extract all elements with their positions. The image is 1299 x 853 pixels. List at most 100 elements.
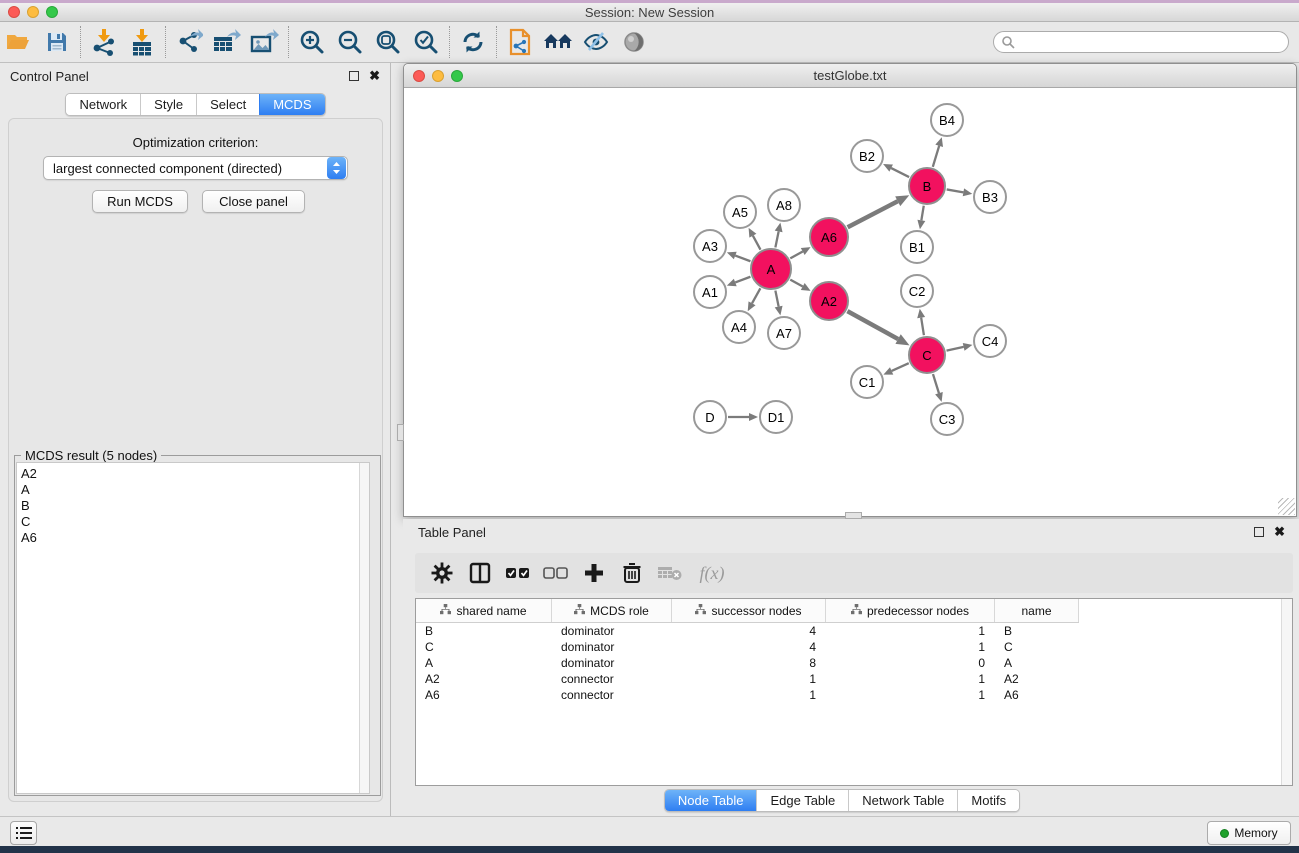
zoom-check-icon[interactable] xyxy=(407,25,445,59)
tab-mcds[interactable]: MCDS xyxy=(259,94,324,115)
tab-style[interactable]: Style xyxy=(140,94,196,115)
network-export-icon[interactable] xyxy=(170,25,208,59)
network-node-c1[interactable]: C1 xyxy=(850,365,884,399)
network-node-c2[interactable]: C2 xyxy=(900,274,934,308)
network-edge[interactable] xyxy=(847,311,898,339)
panel-menu-button[interactable] xyxy=(10,821,37,845)
table-tab-motifs[interactable]: Motifs xyxy=(957,790,1019,811)
network-download-icon[interactable] xyxy=(85,25,123,59)
network-node-a4[interactable]: A4 xyxy=(722,310,756,344)
table-scrollbar[interactable] xyxy=(1281,599,1292,785)
network-edge[interactable] xyxy=(775,231,778,247)
houses-icon[interactable] xyxy=(539,25,577,59)
search-input[interactable] xyxy=(993,31,1289,53)
zoom-out-icon[interactable] xyxy=(331,25,369,59)
network-edge[interactable] xyxy=(892,363,909,371)
checkbox-unchecked-pair-icon[interactable] xyxy=(537,556,575,590)
gear-icon[interactable] xyxy=(423,556,461,590)
node-table[interactable]: shared nameMCDS rolesuccessor nodesprede… xyxy=(415,598,1293,786)
network-node-a[interactable]: A xyxy=(750,248,792,290)
network-node-c3[interactable]: C3 xyxy=(930,402,964,436)
close-panel-icon[interactable]: ✖ xyxy=(369,71,380,81)
mcds-result-item[interactable]: B xyxy=(21,498,369,514)
zoom-in-icon[interactable] xyxy=(293,25,331,59)
vertical-splitter-handle[interactable] xyxy=(397,424,404,441)
tab-network[interactable]: Network xyxy=(66,94,140,115)
window-resize-grip[interactable] xyxy=(1278,498,1295,515)
network-edge[interactable] xyxy=(775,291,778,307)
network-node-c4[interactable]: C4 xyxy=(973,324,1007,358)
criterion-dropdown[interactable]: largest connected component (directed) xyxy=(43,156,348,180)
network-window-titlebar[interactable]: testGlobe.txt xyxy=(404,64,1296,88)
column-header-name[interactable]: name xyxy=(995,599,1079,622)
table-row[interactable]: A6connector11A6 xyxy=(416,687,1079,703)
network-node-b2[interactable]: B2 xyxy=(850,139,884,173)
network-node-d1[interactable]: D1 xyxy=(759,400,793,434)
network-edge[interactable] xyxy=(735,277,750,283)
mcds-result-list[interactable]: A2ABCA6 xyxy=(16,462,370,794)
plus-icon[interactable] xyxy=(575,556,613,590)
network-edge[interactable] xyxy=(947,347,964,351)
network-node-a3[interactable]: A3 xyxy=(693,229,727,263)
mcds-result-item[interactable]: A xyxy=(21,482,369,498)
zoom-fit-icon[interactable] xyxy=(369,25,407,59)
float-panel-icon[interactable] xyxy=(349,71,359,81)
horizontal-splitter-handle[interactable] xyxy=(845,512,862,519)
table-tab-node-table[interactable]: Node Table xyxy=(665,790,757,811)
table-export-icon[interactable] xyxy=(208,25,246,59)
eye-slash-icon[interactable] xyxy=(577,25,615,59)
network-edge[interactable] xyxy=(947,189,964,192)
column-header-predecessor-nodes[interactable]: predecessor nodes xyxy=(826,599,995,622)
network-node-d[interactable]: D xyxy=(693,400,727,434)
run-mcds-button[interactable]: Run MCDS xyxy=(92,190,188,213)
table-tab-network-table[interactable]: Network Table xyxy=(848,790,957,811)
table-download-icon[interactable] xyxy=(123,25,161,59)
network-node-a2[interactable]: A2 xyxy=(809,281,849,321)
refresh-icon[interactable] xyxy=(454,25,492,59)
folder-open-icon[interactable] xyxy=(0,25,38,59)
network-edge[interactable] xyxy=(735,256,750,262)
columns-icon[interactable] xyxy=(461,556,499,590)
network-edge[interactable] xyxy=(921,206,923,221)
network-node-b[interactable]: B xyxy=(908,167,946,205)
network-node-a8[interactable]: A8 xyxy=(767,188,801,222)
network-node-a6[interactable]: A6 xyxy=(809,217,849,257)
column-header-MCDS-role[interactable]: MCDS role xyxy=(552,599,672,622)
table-row[interactable]: Adominator80A xyxy=(416,655,1079,671)
network-edge[interactable] xyxy=(753,236,761,250)
network-edge[interactable] xyxy=(848,201,898,227)
floppy-save-icon[interactable] xyxy=(38,25,76,59)
mcds-list-scrollbar[interactable] xyxy=(359,463,369,793)
float-panel-icon[interactable] xyxy=(1254,527,1264,537)
network-node-b1[interactable]: B1 xyxy=(900,230,934,264)
network-node-c[interactable]: C xyxy=(908,336,946,374)
column-header-successor-nodes[interactable]: successor nodes xyxy=(672,599,826,622)
network-edge[interactable] xyxy=(933,146,939,167)
network-edge[interactable] xyxy=(790,280,802,287)
network-node-a7[interactable]: A7 xyxy=(767,316,801,350)
table-row[interactable]: A2connector11A2 xyxy=(416,671,1079,687)
network-node-a5[interactable]: A5 xyxy=(723,195,757,229)
network-edge[interactable] xyxy=(933,374,939,393)
network-canvas[interactable]: B4B2BB3A5A8A6A3B1AA1C2A2A4A7C4CC1C3DD1 xyxy=(404,88,1296,516)
memory-button[interactable]: Memory xyxy=(1207,821,1291,845)
table-tab-edge-table[interactable]: Edge Table xyxy=(756,790,848,811)
network-node-b3[interactable]: B3 xyxy=(973,180,1007,214)
mcds-result-item[interactable]: A6 xyxy=(21,530,369,546)
network-edge[interactable] xyxy=(921,318,924,336)
network-node-b4[interactable]: B4 xyxy=(930,103,964,137)
network-edge[interactable] xyxy=(752,288,760,303)
table-row[interactable]: Bdominator41B xyxy=(416,623,1079,639)
column-header-shared-name[interactable]: shared name xyxy=(416,599,552,622)
checkbox-checked-pair-icon[interactable] xyxy=(499,556,537,590)
eye-icon[interactable] xyxy=(615,25,653,59)
mcds-result-item[interactable]: A2 xyxy=(21,466,369,482)
tab-select[interactable]: Select xyxy=(196,94,259,115)
table-row[interactable]: Cdominator41C xyxy=(416,639,1079,655)
close-panel-button[interactable]: Close panel xyxy=(202,190,305,213)
document-network-icon[interactable] xyxy=(501,25,539,59)
trash-icon[interactable] xyxy=(613,556,651,590)
network-edge[interactable] xyxy=(790,251,802,258)
close-panel-icon[interactable]: ✖ xyxy=(1274,527,1285,537)
mcds-result-item[interactable]: C xyxy=(21,514,369,530)
